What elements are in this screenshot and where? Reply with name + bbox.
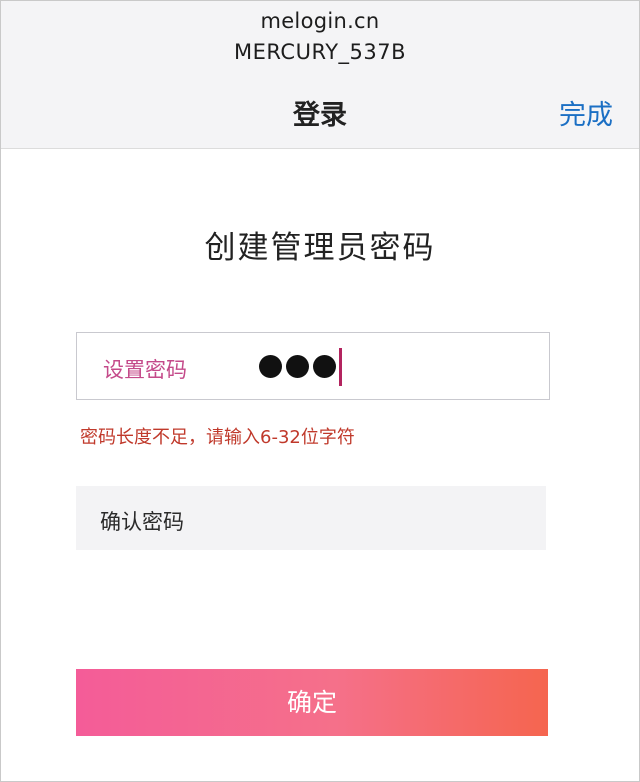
- page-nav-title: 登录: [293, 100, 347, 131]
- text-caret: [339, 348, 342, 386]
- password-dot: [313, 355, 336, 378]
- password-dot: [286, 355, 309, 378]
- top-bar: melogin.cn MERCURY_537B 登录 完成: [1, 1, 639, 149]
- done-button[interactable]: 完成: [559, 93, 613, 132]
- page-title: 创建管理员密码: [204, 230, 436, 266]
- password-dot: [259, 355, 282, 378]
- masked-password-dots: [259, 355, 336, 378]
- confirm-password-placeholder: 确认密码: [100, 510, 184, 534]
- password-error-message: 密码长度不足，请输入6-32位字符: [80, 427, 355, 448]
- set-password-field[interactable]: 设置密码: [76, 332, 550, 400]
- confirm-password-field[interactable]: 确认密码: [76, 486, 546, 550]
- address-url[interactable]: melogin.cn: [1, 9, 639, 33]
- wifi-ssid: MERCURY_537B: [233, 40, 407, 64]
- set-password-label: 设置密码: [103, 358, 187, 382]
- confirm-button[interactable]: 确定: [76, 669, 548, 736]
